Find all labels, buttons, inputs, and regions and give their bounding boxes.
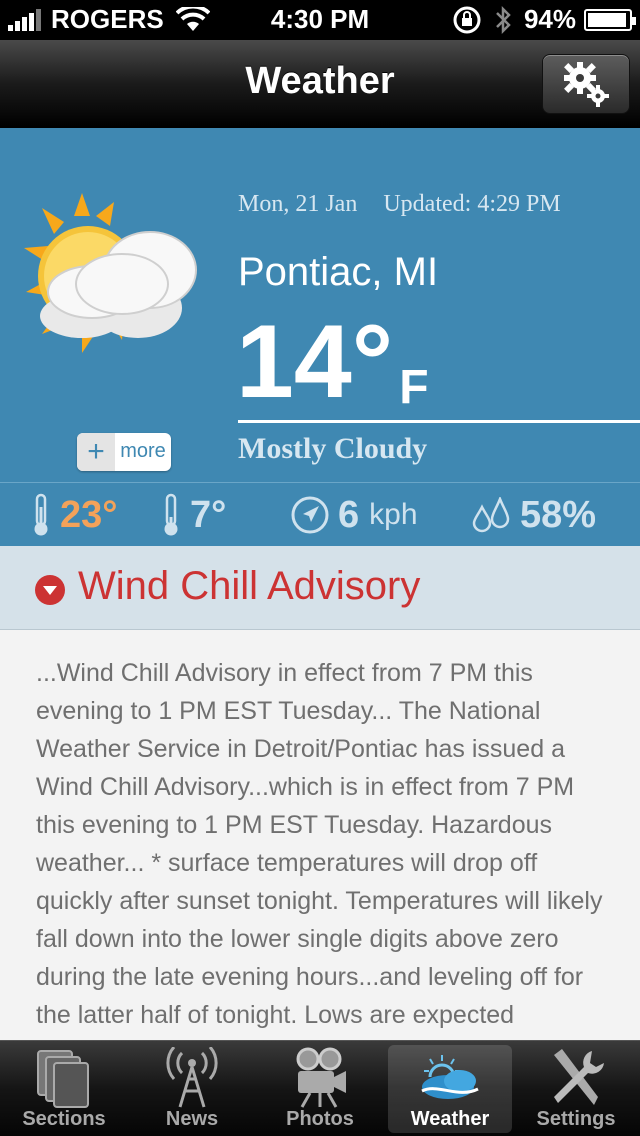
forecast-date: Mon, 21 Jan — [238, 191, 358, 217]
collapse-arrow-icon[interactable] — [35, 575, 65, 605]
tab-label: News — [165, 1108, 219, 1130]
rotation-lock-icon — [453, 6, 481, 33]
camera-icon — [296, 1047, 346, 1108]
wind-speed-value: 6 — [338, 493, 360, 536]
condition-text: Mostly Cloudy — [238, 432, 428, 465]
stats-bar: 23° 7° 6 kph 58% — [0, 482, 640, 546]
updated-time: Updated: 4:29 PM — [383, 191, 561, 217]
location-name: Pontiac, MI — [238, 250, 439, 294]
advisory-text: ...Wind Chill Advisory in effect from 7 … — [36, 659, 603, 1029]
sun-cloud-icon — [24, 193, 197, 353]
bluetooth-icon — [496, 5, 511, 34]
tools-icon — [554, 1049, 604, 1105]
tab-label: Sections — [22, 1108, 106, 1130]
current-conditions-panel: + more Mon, 21 Jan Updated: 4:29 PM Pont… — [0, 128, 640, 482]
weather-icon — [421, 1055, 479, 1099]
tab-label: Settings — [536, 1108, 616, 1130]
tab-label: Weather — [410, 1108, 490, 1130]
humidity-value: 58% — [520, 493, 597, 536]
thermometer-high-icon — [34, 493, 48, 536]
settings-button[interactable] — [542, 54, 630, 114]
radio-tower-icon — [166, 1047, 218, 1108]
humidity: 58% — [472, 483, 596, 547]
wind-speed: 6 kph — [290, 483, 418, 547]
wind-speed-unit: kph — [369, 498, 418, 531]
nav-bar: Weather — [0, 40, 640, 128]
date-line: Mon, 21 Jan Updated: 4:29 PM — [238, 191, 561, 218]
advisory-title: Wind Chill Advisory — [78, 564, 421, 608]
temperature-unit: F — [399, 361, 429, 414]
status-right: 94% — [452, 4, 636, 35]
tab-news[interactable]: News — [130, 1041, 254, 1136]
status-bar: ROGERS 4:30 PM 94% — [0, 0, 640, 40]
high-temp-value: 23° — [60, 493, 118, 536]
humidity-icon — [472, 497, 510, 533]
more-label: more — [120, 440, 166, 462]
plus-icon: + — [77, 433, 115, 471]
thermometer-low-icon — [164, 493, 178, 536]
high-temp: 23° — [30, 483, 117, 547]
advisory-body[interactable]: ...Wind Chill Advisory in effect from 7 … — [0, 630, 640, 1040]
gear-icon — [564, 62, 609, 107]
wind-direction-icon — [291, 496, 329, 534]
tab-settings[interactable]: Settings — [514, 1041, 638, 1136]
battery-percent: 94% — [523, 4, 576, 34]
tab-sections[interactable]: Sections — [2, 1041, 126, 1136]
tab-photos[interactable]: Photos — [258, 1041, 382, 1136]
divider — [238, 420, 640, 423]
battery-icon — [584, 8, 636, 31]
low-temp: 7° — [160, 483, 226, 547]
more-button[interactable]: + more — [77, 433, 171, 471]
low-temp-value: 7° — [190, 493, 227, 536]
sections-icon — [37, 1050, 89, 1108]
tab-bar: Sections News Photos Weather Settings — [0, 1040, 640, 1136]
tab-label: Photos — [286, 1108, 354, 1130]
tab-weather[interactable]: Weather — [388, 1045, 512, 1133]
temperature-value: 14° — [236, 304, 394, 420]
advisory-header[interactable]: Wind Chill Advisory — [0, 546, 640, 630]
battery-fill — [588, 12, 626, 27]
